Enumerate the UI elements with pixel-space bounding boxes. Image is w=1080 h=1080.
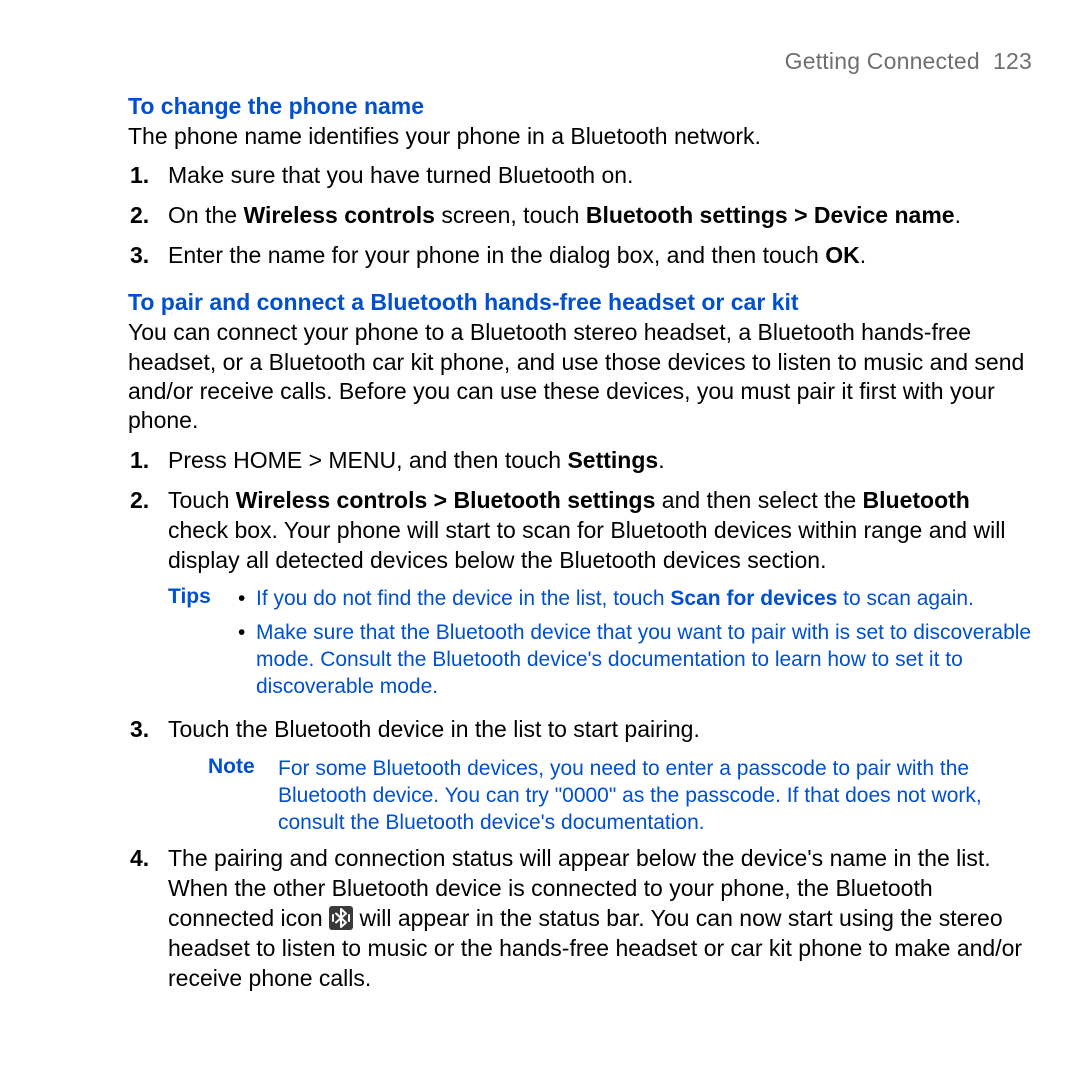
ui-path: Wireless controls (243, 202, 435, 228)
step-1: 1. Make sure that you have turned Blueto… (160, 161, 1032, 191)
tips-list: If you do not find the device in the lis… (238, 585, 1032, 700)
step-text: Touch (168, 487, 236, 513)
step-3: 3. Touch the Bluetooth device in the lis… (160, 715, 1032, 745)
ui-checkbox-name: Bluetooth (863, 487, 970, 513)
running-header: Getting Connected 123 (128, 48, 1032, 75)
step-text: Touch the Bluetooth device in the list t… (168, 716, 700, 742)
tip-item: If you do not find the device in the lis… (238, 585, 1032, 612)
step-number: 4. (130, 844, 149, 874)
ui-button-name: Scan for devices (670, 587, 837, 610)
step-text: and then select the (655, 487, 862, 513)
step-number: 2. (130, 486, 149, 516)
step-number: 3. (130, 241, 149, 271)
step-number: 2. (130, 201, 149, 231)
ui-path: Wireless controls > Bluetooth settings (236, 487, 656, 513)
step-text: screen, touch (435, 202, 586, 228)
heading-pair-headset: To pair and connect a Bluetooth hands-fr… (128, 289, 1032, 316)
ui-button-name: Settings (567, 447, 658, 473)
step-text: On the (168, 202, 243, 228)
step-2: 2. On the Wireless controls screen, touc… (160, 201, 1032, 231)
step-text: . (658, 447, 664, 473)
tip-text: to scan again. (837, 587, 974, 610)
page-number: 123 (993, 48, 1032, 74)
tip-item: Make sure that the Bluetooth device that… (238, 619, 1032, 701)
steps-pair-headset-cont: 3. Touch the Bluetooth device in the lis… (128, 715, 1032, 745)
steps-pair-headset: 1. Press HOME > MENU, and then touch Set… (128, 446, 1032, 576)
tips-body: If you do not find the device in the lis… (238, 585, 1032, 706)
note-body: For some Bluetooth devices, you need to … (278, 755, 1032, 837)
tip-text: Make sure that the Bluetooth device that… (256, 621, 1031, 699)
heading-change-phone-name: To change the phone name (128, 93, 1032, 120)
intro-change-phone-name: The phone name identifies your phone in … (128, 122, 1032, 151)
bluetooth-connected-icon (329, 906, 353, 930)
step-4: 4. The pairing and connection status wil… (160, 844, 1032, 993)
intro-pair-headset: You can connect your phone to a Bluetoot… (128, 318, 1032, 436)
step-text: . (955, 202, 961, 228)
steps-change-phone-name: 1. Make sure that you have turned Blueto… (128, 161, 1032, 271)
step-1: 1. Press HOME > MENU, and then touch Set… (160, 446, 1032, 476)
step-text: check box. Your phone will start to scan… (168, 517, 1005, 573)
step-number: 1. (130, 446, 149, 476)
note-label: Note (208, 755, 256, 837)
step-text: Press HOME > MENU, and then touch (168, 447, 567, 473)
tips-label: Tips (168, 585, 216, 706)
steps-pair-headset-cont2: 4. The pairing and connection status wil… (128, 844, 1032, 993)
note-callout: Note For some Bluetooth devices, you nee… (208, 755, 1032, 837)
chapter-name: Getting Connected (785, 48, 980, 74)
step-text: Make sure that you have turned Bluetooth… (168, 162, 633, 188)
ui-button-name: OK (825, 242, 860, 268)
tips-callout: Tips If you do not find the device in th… (168, 585, 1032, 706)
step-text: . (860, 242, 866, 268)
step-3: 3. Enter the name for your phone in the … (160, 241, 1032, 271)
tip-text: If you do not find the device in the lis… (256, 587, 670, 610)
step-number: 1. (130, 161, 149, 191)
manual-page: Getting Connected 123 To change the phon… (0, 0, 1080, 1080)
ui-path: Bluetooth settings > Device name (586, 202, 955, 228)
step-2: 2. Touch Wireless controls > Bluetooth s… (160, 486, 1032, 576)
step-number: 3. (130, 715, 149, 745)
step-text: Enter the name for your phone in the dia… (168, 242, 825, 268)
